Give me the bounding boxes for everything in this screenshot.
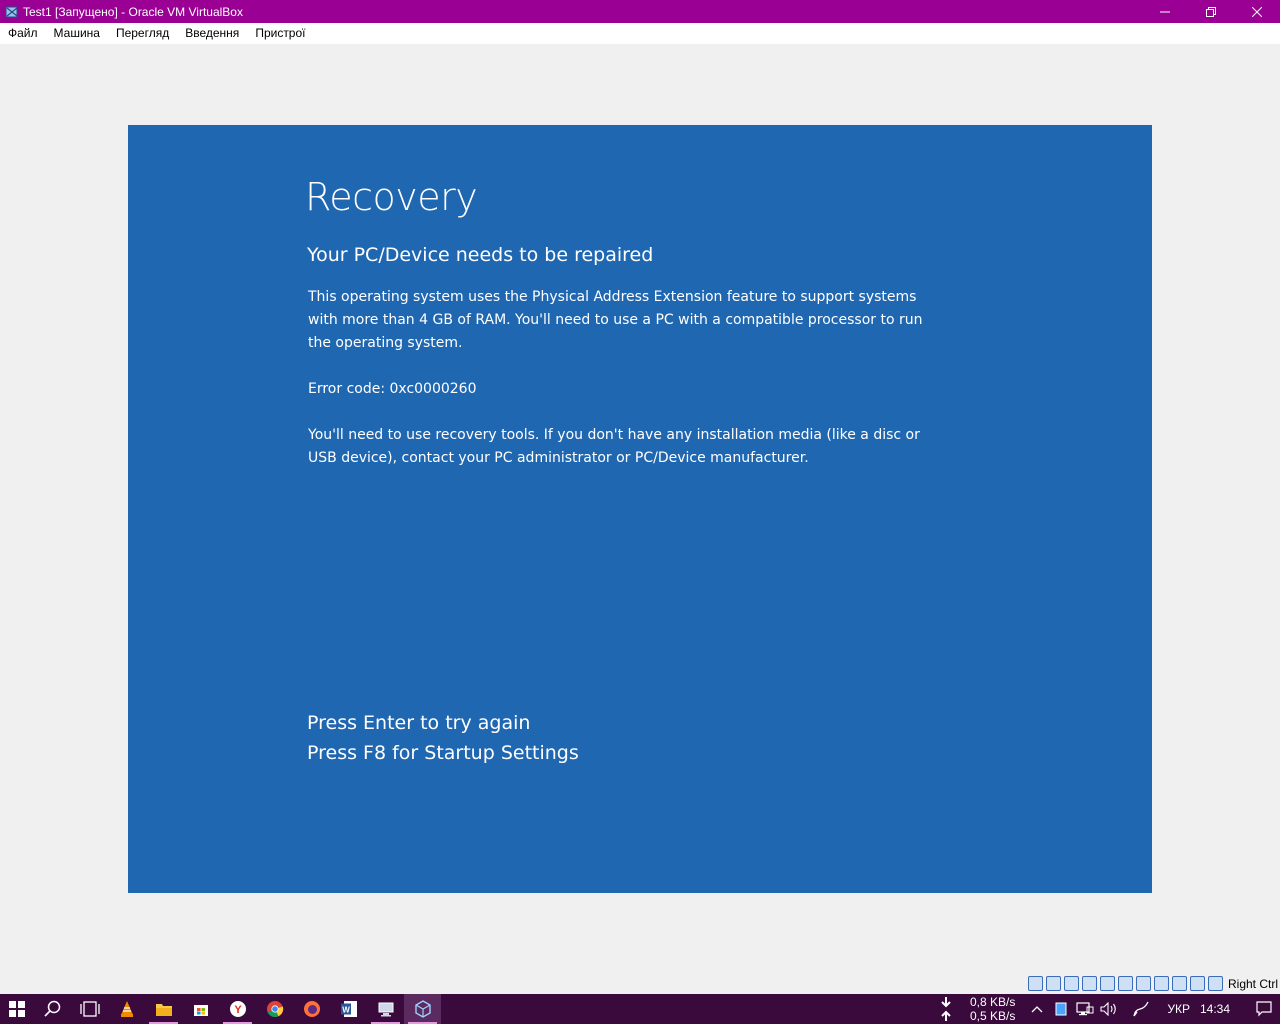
taskbar-virtualbox[interactable]: [404, 994, 441, 1024]
network-icon[interactable]: [1081, 976, 1097, 991]
vbox-status-bar: Right Ctrl: [1027, 973, 1280, 994]
recovery-description: This operating system uses the Physical …: [308, 289, 923, 351]
search-icon: [43, 1000, 60, 1017]
clock[interactable]: 14:34: [1200, 1002, 1230, 1016]
volume-button[interactable]: [1097, 1002, 1121, 1016]
download-speed: 0,8 KB/s: [969, 995, 1016, 1009]
upload-speed: 0,5 KB/s: [969, 1009, 1016, 1023]
menu-file[interactable]: Файл: [0, 23, 46, 44]
battery-meter-icon: [1055, 1002, 1067, 1016]
vlc-icon: [120, 1001, 133, 1017]
yandex-browser-icon: Y: [229, 1001, 246, 1017]
menu-devices[interactable]: Пристрої: [247, 23, 313, 44]
task-view-icon: [79, 1001, 100, 1017]
speaker-icon: [1100, 1002, 1117, 1016]
tray-app-button[interactable]: [1049, 1002, 1073, 1016]
download-upload-arrows-icon: [941, 997, 951, 1021]
firefox-icon: [303, 1001, 320, 1017]
system-tray: 0,8 KB/s 0,5 KB/s УКР 14:34: [934, 994, 1280, 1024]
video-capture-icon[interactable]: [1153, 976, 1169, 991]
taskbar-word[interactable]: W: [330, 994, 367, 1024]
display-icon[interactable]: [1135, 976, 1151, 991]
notifications-icon: [1256, 1001, 1272, 1017]
virtualbox-app-icon[interactable]: [4, 4, 20, 20]
action-center-button[interactable]: [1252, 1001, 1276, 1017]
close-button[interactable]: [1234, 0, 1280, 23]
restore-icon: [1206, 6, 1216, 17]
menu-bar: Файл Машина Перегляд Введення Пристрої: [0, 23, 1280, 44]
option-try-again: Press Enter to try again: [307, 712, 531, 734]
taskbar-file-explorer[interactable]: [145, 994, 182, 1024]
cpu-icon[interactable]: [1171, 976, 1187, 991]
taskbar-chrome[interactable]: [256, 994, 293, 1024]
menu-view[interactable]: Перегляд: [108, 23, 177, 44]
input-language[interactable]: УКР: [1167, 1002, 1190, 1016]
menu-input[interactable]: Введення: [177, 23, 247, 44]
recovery-instructions: You'll need to use recovery tools. If yo…: [308, 427, 920, 466]
close-icon: [1252, 6, 1262, 17]
window-controls: [1142, 0, 1280, 23]
host-key-label: Right Ctrl: [1227, 976, 1278, 991]
taskbar: Y W 0,8 KB/s 0,5 KB/s УКР 14:34: [0, 994, 1280, 1024]
network-tray-button[interactable]: [1073, 1002, 1097, 1016]
taskbar-vlc[interactable]: [108, 994, 145, 1024]
window-title: Test1 [Запущено] - Oracle VM VirtualBox: [23, 4, 243, 19]
optical-drive-icon[interactable]: [1045, 976, 1061, 991]
net-speed: 0,8 KB/s 0,5 KB/s: [970, 995, 1015, 1023]
virtualbox-icon: [414, 1000, 431, 1018]
word-icon: W: [340, 1001, 357, 1017]
recovery-subtitle: Your PC/Device needs to be repaired: [307, 244, 654, 266]
restore-button[interactable]: [1188, 0, 1234, 23]
option-startup-settings: Press F8 for Startup Settings: [307, 742, 579, 764]
shared-folders-icon[interactable]: [1117, 976, 1133, 991]
keyboard-capture-icon[interactable]: [1207, 976, 1223, 991]
pen-icon: [1133, 1001, 1149, 1017]
show-hidden-icons-button[interactable]: [1025, 1005, 1049, 1013]
windows-logo-icon: [9, 1001, 25, 1017]
svg-text:Y: Y: [234, 1004, 242, 1016]
folder-icon: [155, 1004, 172, 1016]
store-icon: [193, 1005, 208, 1016]
search-button[interactable]: [34, 994, 71, 1024]
chrome-icon: [266, 1001, 283, 1017]
mouse-integration-icon[interactable]: [1189, 976, 1205, 991]
start-button[interactable]: [0, 994, 34, 1024]
menu-machine[interactable]: Машина: [46, 23, 108, 44]
pen-workspace-button[interactable]: [1129, 1001, 1153, 1017]
svg-text:W: W: [342, 1006, 350, 1015]
taskbar-store[interactable]: [182, 994, 219, 1024]
vm-display[interactable]: Recovery Your PC/Device needs to be repa…: [128, 125, 1152, 893]
net-monitor-arrows: [934, 996, 958, 1022]
taskbar-yandex-browser[interactable]: Y: [219, 994, 256, 1024]
taskbar-remote-desktop[interactable]: [367, 994, 404, 1024]
error-code: Error code: 0xc0000260: [308, 381, 477, 397]
chevron-up-icon: [1031, 1006, 1043, 1013]
hard-disk-icon[interactable]: [1027, 976, 1043, 991]
task-view-button[interactable]: [71, 994, 108, 1024]
computer-icon: [378, 1002, 393, 1017]
usb-icon[interactable]: [1099, 976, 1115, 991]
network-icon: [1076, 1002, 1094, 1016]
title-bar: Test1 [Запущено] - Oracle VM VirtualBox: [0, 0, 1280, 23]
minimize-icon: [1160, 11, 1170, 12]
recovery-title: Recovery: [305, 175, 478, 219]
audio-icon[interactable]: [1063, 976, 1079, 991]
taskbar-firefox[interactable]: [293, 994, 330, 1024]
minimize-button[interactable]: [1142, 0, 1188, 23]
